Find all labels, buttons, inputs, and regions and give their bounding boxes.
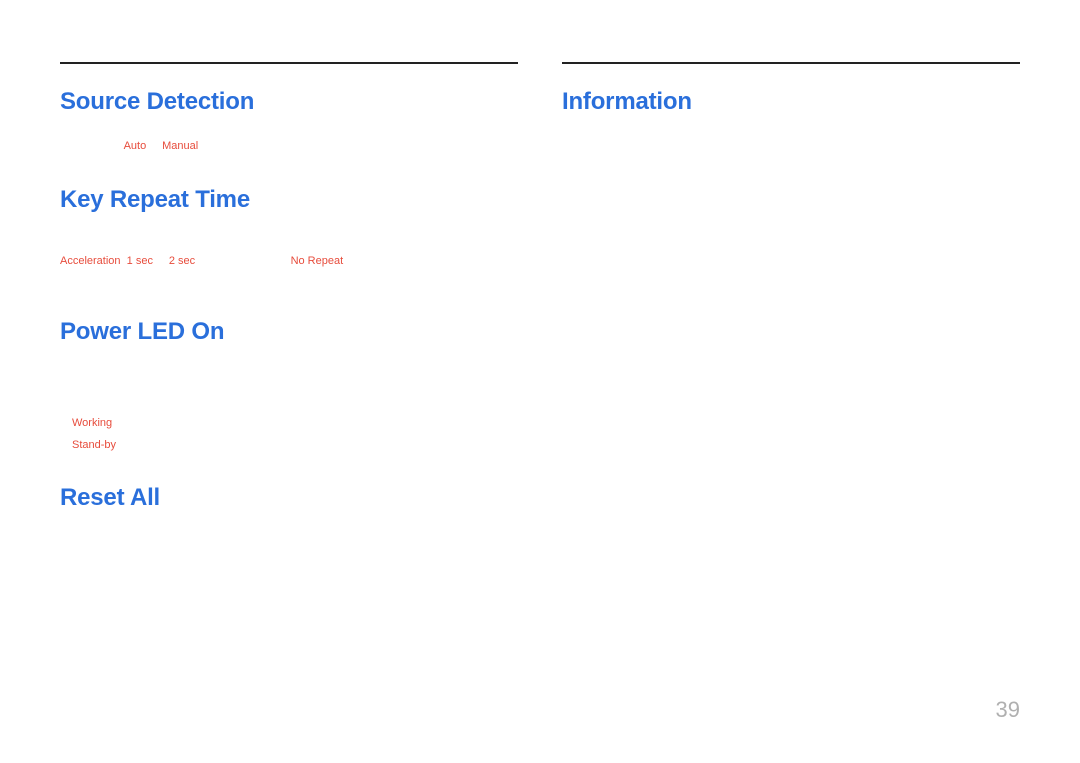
section-body: Control the response rate of a button wh… [60,236,518,289]
section-body: Configure the settings to enable or disa… [60,368,518,403]
section: Source Detection Select either Auto or Ma… [60,88,518,156]
bullet-item: Stand-by: The power LED is on when the p… [60,436,518,454]
column-rule-left [60,62,518,64]
page-number: 39 [996,697,1020,723]
section: Power LED On Configure the settings to en… [60,318,518,453]
left-column: Source Detection Select either Auto or Ma… [60,62,518,581]
section: Information View the current input source… [562,88,1020,156]
page: Source Detection Select either Auto or Ma… [0,0,1080,581]
section-heading: Source Detection [60,88,518,116]
section-heading: Information [562,88,1020,116]
bullet-list: Working: The power LED is on when the pr… [60,414,518,454]
section-heading: Key Repeat Time [60,186,518,214]
section-body: Select either Auto or Manual as the meth… [60,138,518,156]
section-heading: Power LED On [60,318,518,346]
bullet-item: Working: The power LED is on when the pr… [60,414,518,432]
column-rule-right [562,62,1020,64]
section-body: Return all the settings for the product … [60,534,518,552]
section-body: View the current input source, frequency… [562,138,1020,156]
section: Reset All Return all the settings for the… [60,484,518,552]
right-column: Information View the current input source… [562,62,1020,581]
section-heading: Reset All [60,484,518,512]
section: Key Repeat Time Control the response rate… [60,186,518,289]
